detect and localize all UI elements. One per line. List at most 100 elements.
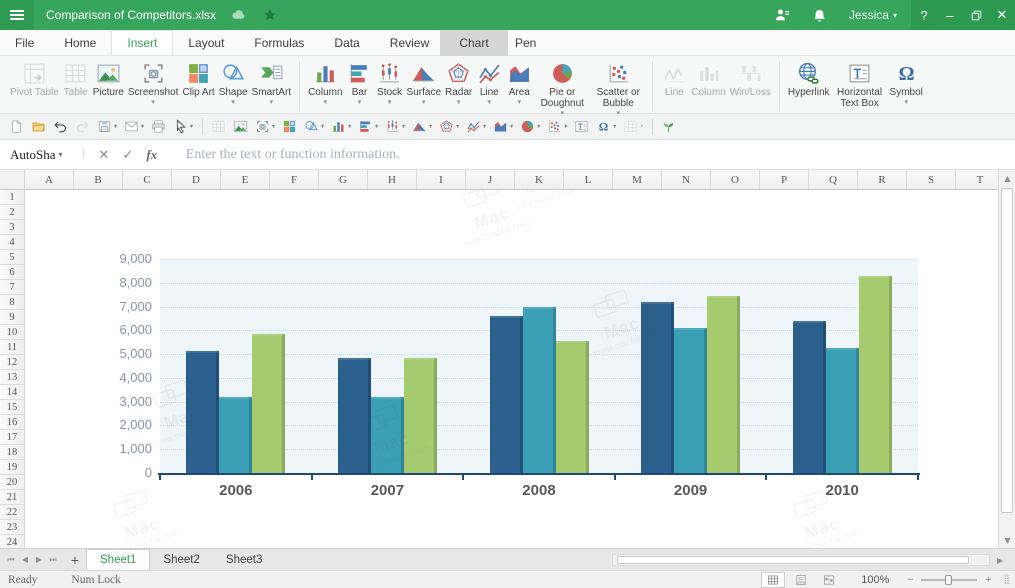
- row-header-8[interactable]: 8: [0, 295, 25, 310]
- bar-2010-series2[interactable]: [826, 348, 859, 473]
- minimize-button[interactable]: –: [937, 0, 963, 30]
- toolbar-shape-button[interactable]: ▾: [301, 116, 327, 138]
- ribbon-button-picture[interactable]: Picture: [91, 59, 126, 98]
- ribbon-button-smartart[interactable]: SmartArt▾: [250, 59, 293, 106]
- bar-2007-series1[interactable]: [338, 358, 371, 473]
- confirm-entry-button[interactable]: ✓: [116, 147, 140, 163]
- toolbar-scatter-chart-button[interactable]: ▾: [544, 116, 570, 138]
- toolbar-area-chart-button[interactable]: ▾: [490, 116, 516, 138]
- tab-home[interactable]: Home: [49, 30, 111, 55]
- column-header-a[interactable]: A: [25, 170, 74, 190]
- ribbon-button-symbol[interactable]: ΩSymbol▾: [888, 59, 925, 106]
- toolbar-stock-chart-button[interactable]: ▾: [382, 116, 408, 138]
- tab-layout[interactable]: Layout: [173, 30, 239, 55]
- tab-formulas[interactable]: Formulas: [239, 30, 319, 55]
- column-header-c[interactable]: C: [123, 170, 172, 190]
- bar-2009-series2[interactable]: [674, 328, 707, 473]
- bar-2006-series1[interactable]: [186, 351, 219, 473]
- ribbon-button-stock[interactable]: Stock▾: [375, 59, 405, 106]
- ribbon-button-column[interactable]: Column▾: [306, 59, 344, 106]
- ribbon-button-surface[interactable]: Surface▾: [405, 59, 443, 106]
- toolbar-surface-chart-button[interactable]: ▾: [409, 116, 435, 138]
- column-header-d[interactable]: D: [172, 170, 221, 190]
- bar-2008-series3[interactable]: [556, 341, 589, 473]
- zoom-out-button[interactable]: −: [903, 572, 917, 587]
- row-header-15[interactable]: 15: [0, 400, 25, 415]
- normal-view-button[interactable]: [761, 572, 785, 588]
- ribbon-button-screenshot[interactable]: Screenshot▾: [126, 59, 181, 106]
- toolbar-clip-art-button[interactable]: [279, 116, 300, 138]
- insert-function-button[interactable]: fx: [140, 147, 164, 163]
- embedded-bar-chart[interactable]: 01,0002,0003,0004,0005,0006,0007,0008,00…: [25, 190, 998, 548]
- help-button[interactable]: ?: [911, 0, 937, 30]
- bar-2009-series1[interactable]: [641, 302, 674, 473]
- sheet-tab-sheet3[interactable]: Sheet3: [213, 549, 275, 570]
- toolbar-radar-chart-button[interactable]: ▾: [436, 116, 462, 138]
- column-header-m[interactable]: M: [613, 170, 662, 190]
- bar-2008-series1[interactable]: [490, 316, 523, 473]
- ribbon-button-clip-art[interactable]: Clip Art: [180, 59, 216, 98]
- toolbar-pie-chart-button[interactable]: ▾: [517, 116, 543, 138]
- bar-2010-series3[interactable]: [859, 276, 892, 473]
- column-header-b[interactable]: B: [74, 170, 123, 190]
- toolbar-open-folder-button[interactable]: [28, 116, 49, 138]
- tab-data[interactable]: Data: [319, 30, 374, 55]
- row-header-13[interactable]: 13: [0, 370, 25, 385]
- bar-2007-series2[interactable]: [371, 397, 404, 473]
- column-header-n[interactable]: N: [662, 170, 711, 190]
- zoom-slider[interactable]: [921, 573, 977, 587]
- zoom-in-button[interactable]: +: [981, 572, 995, 587]
- row-header-20[interactable]: 20: [0, 475, 25, 490]
- ribbon-button-radar[interactable]: Radar▾: [443, 59, 474, 106]
- cells-area[interactable]: 01,0002,0003,0004,0005,0006,0007,0008,00…: [25, 190, 998, 548]
- zoom-slider-thumb[interactable]: [945, 575, 952, 585]
- bar-2007-series3[interactable]: [404, 358, 437, 473]
- column-header-j[interactable]: J: [466, 170, 515, 190]
- column-header-l[interactable]: L: [564, 170, 613, 190]
- vertical-scrollbar[interactable]: ▲ ▼: [998, 170, 1015, 548]
- ribbon-button-scatter-or-bubble[interactable]: Scatter or Bubble▾: [590, 59, 646, 117]
- scroll-down-arrow-icon[interactable]: ▼: [999, 532, 1015, 548]
- bar-2010-series1[interactable]: [793, 321, 826, 473]
- tab-file[interactable]: File: [0, 30, 49, 55]
- row-header-7[interactable]: 7: [0, 280, 25, 295]
- ribbon-button-hyperlink[interactable]: Hyperlink: [786, 59, 832, 98]
- toolbar-symbol-button[interactable]: Ω▾: [593, 116, 619, 138]
- toolbar-bar-chart-button[interactable]: ▾: [355, 116, 381, 138]
- column-header-o[interactable]: O: [711, 170, 760, 190]
- toolbar-save-button[interactable]: ▾: [94, 116, 120, 138]
- row-header-19[interactable]: 19: [0, 460, 25, 475]
- row-header-1[interactable]: 1: [0, 190, 25, 205]
- horizontal-scrollbar[interactable]: [612, 554, 990, 566]
- bar-2006-series2[interactable]: [219, 397, 252, 473]
- row-header-2[interactable]: 2: [0, 205, 25, 220]
- toolbar-mail-button[interactable]: ▾: [121, 116, 147, 138]
- toolbar-cursor-button[interactable]: ▾: [170, 116, 196, 138]
- row-header-17[interactable]: 17: [0, 430, 25, 445]
- scroll-right-arrow-icon[interactable]: ▶: [993, 554, 1007, 566]
- toolbar-column-chart-button[interactable]: ▾: [328, 116, 354, 138]
- column-header-f[interactable]: F: [270, 170, 319, 190]
- toolbar-print-button[interactable]: [148, 116, 169, 138]
- page-break-view-button[interactable]: [817, 572, 841, 588]
- tab-chart-contextual[interactable]: Chart: [440, 30, 508, 56]
- row-header-16[interactable]: 16: [0, 415, 25, 430]
- toolbar-undo-button[interactable]: [50, 116, 71, 138]
- toolbar-line-chart-button[interactable]: ▾: [463, 116, 489, 138]
- ribbon-button-bar[interactable]: Bar▾: [345, 59, 375, 106]
- toolbar-text-box-button[interactable]: [571, 116, 592, 138]
- cancel-entry-button[interactable]: ✕: [92, 147, 116, 163]
- column-header-k[interactable]: K: [515, 170, 564, 190]
- account-menu[interactable]: Jessica ▾: [839, 8, 897, 22]
- toolbar-picture-button[interactable]: [230, 116, 251, 138]
- column-header-s[interactable]: S: [907, 170, 956, 190]
- row-header-6[interactable]: 6: [0, 265, 25, 280]
- row-header-22[interactable]: 22: [0, 505, 25, 520]
- select-all-corner[interactable]: [0, 170, 25, 190]
- column-header-p[interactable]: P: [760, 170, 809, 190]
- scroll-up-arrow-icon[interactable]: ▲: [999, 170, 1015, 186]
- row-header-24[interactable]: 24: [0, 535, 25, 548]
- hamburger-menu-button[interactable]: [0, 0, 34, 30]
- favorite-star-icon[interactable]: [262, 7, 278, 23]
- column-header-q[interactable]: Q: [809, 170, 858, 190]
